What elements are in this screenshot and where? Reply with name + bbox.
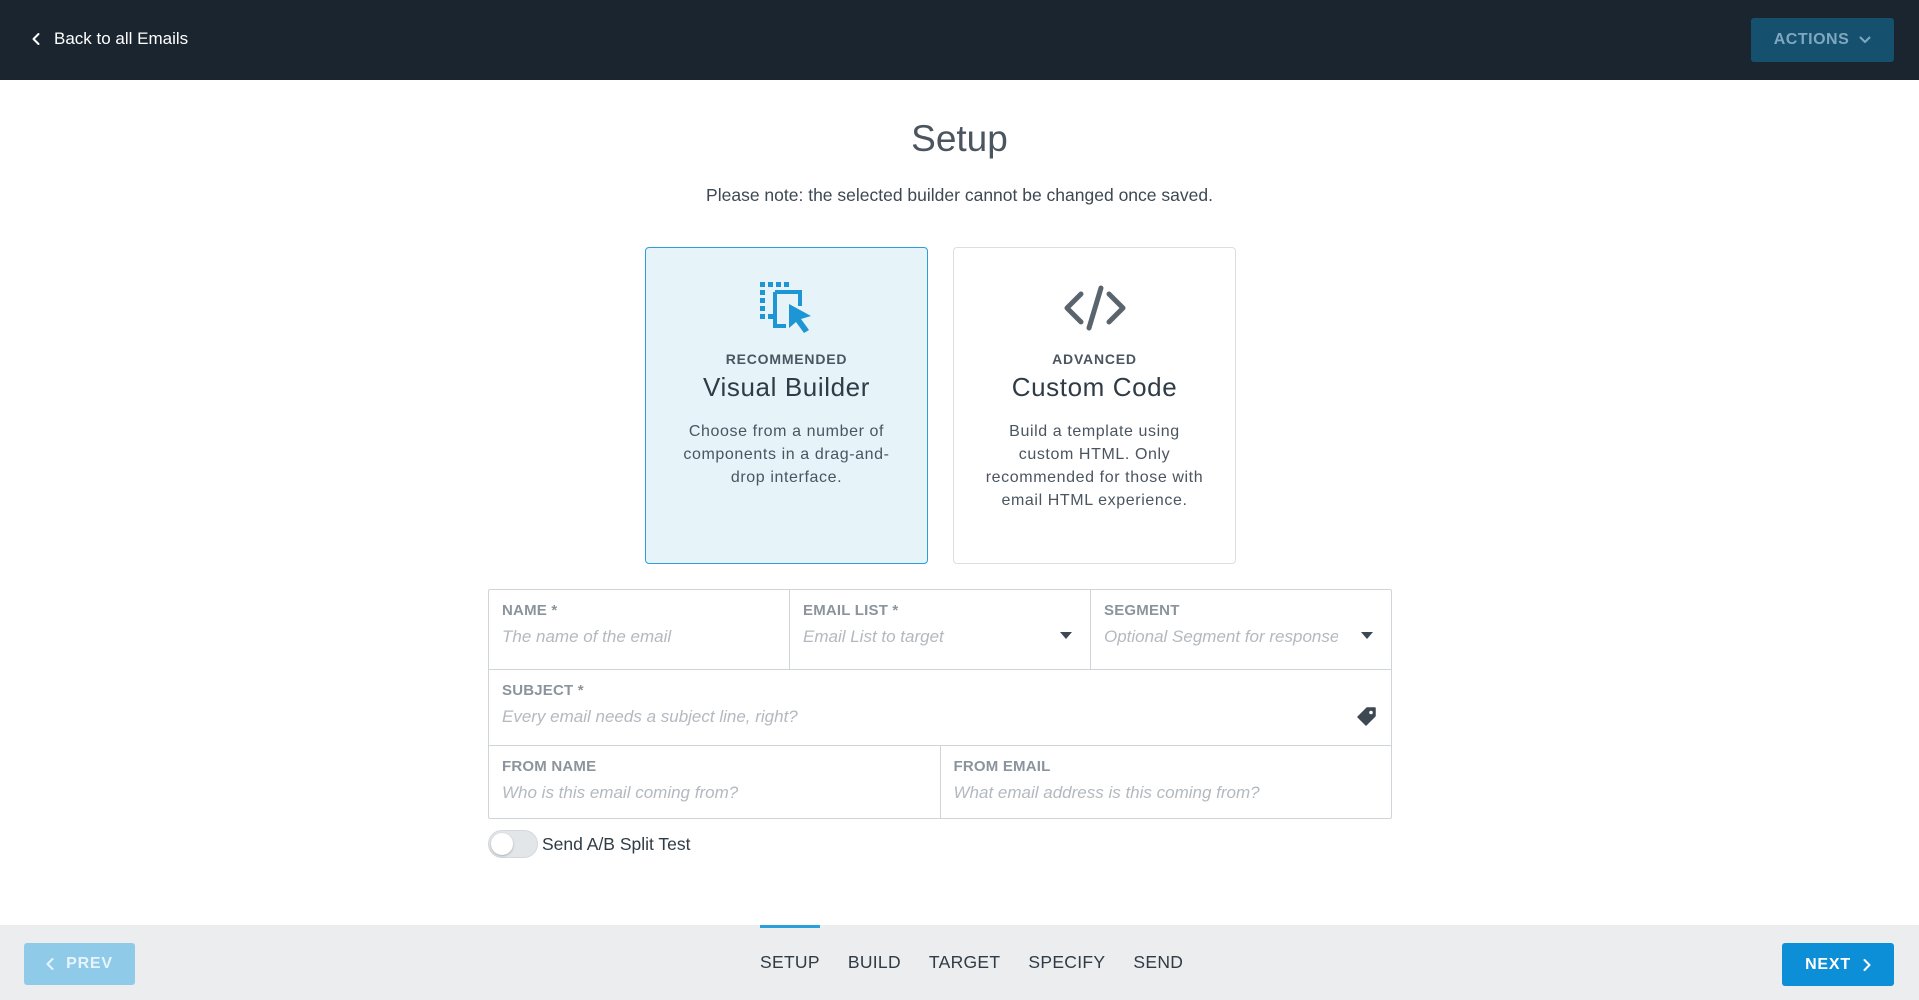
name-label: NAME * [502,602,558,619]
back-link-label: Back to all Emails [54,29,189,48]
custom-code-description: Build a template using custom HTML. Only… [985,423,1204,509]
subject-label: SUBJECT * [502,682,584,699]
top-bar: Back to all Emails ACTIONS [0,0,1919,80]
from-email-label: FROM EMAIL [953,758,1051,775]
segment-select[interactable] [1104,627,1338,647]
next-button[interactable]: NEXT [1782,943,1894,986]
wizard-footer: PREV SETUP BUILD TARGET SPECIFY SEND NEX… [0,925,1919,1000]
segment-field[interactable]: SEGMENT [1091,590,1391,669]
from-name-field: FROM NAME [489,746,941,818]
ab-split-test-toggle-row[interactable]: Send A/B Split Test [488,830,691,858]
wizard-steps: SETUP BUILD TARGET SPECIFY SEND [760,925,1211,1000]
email-list-select[interactable] [803,627,1037,647]
from-name-input[interactable] [502,783,887,803]
from-email-field: FROM EMAIL [941,746,1392,818]
name-field: NAME * [489,590,790,669]
from-email-input[interactable] [953,783,1338,803]
form-row-subject: SUBJECT * [489,670,1391,746]
visual-builder-card[interactable]: RECOMMENDED Visual Builder Choose from a… [645,247,928,564]
actions-dropdown-button[interactable]: ACTIONS [1751,18,1894,62]
step-target[interactable]: TARGET [929,925,1000,1000]
code-icon [954,280,1235,336]
chevron-down-icon [1859,36,1871,43]
custom-code-title: Custom Code [1011,372,1178,402]
email-list-field[interactable]: EMAIL LIST * [790,590,1091,669]
form-row-name-list-segment: NAME * EMAIL LIST * SEGMENT [489,590,1391,670]
subject-input[interactable] [502,707,1338,727]
step-specify[interactable]: SPECIFY [1028,925,1105,1000]
caret-down-icon[interactable] [1361,632,1373,640]
prev-label: PREV [66,955,113,972]
page-title: Setup [911,118,1008,159]
ab-split-test-toggle[interactable] [488,830,538,858]
visual-builder-description: Choose from a number of components in a … [683,423,890,486]
email-list-label: EMAIL LIST * [803,602,899,619]
tag-icon[interactable] [1357,707,1377,727]
subject-field: SUBJECT * [489,670,1391,745]
custom-code-tag: ADVANCED [1052,351,1137,367]
segment-label: SEGMENT [1104,602,1180,619]
next-label: NEXT [1805,955,1851,973]
ab-split-test-label: Send A/B Split Test [542,833,691,854]
back-to-emails-link[interactable]: Back to all Emails [28,26,188,52]
step-setup[interactable]: SETUP [760,925,820,1000]
prev-button[interactable]: PREV [24,943,135,985]
email-setup-form: NAME * EMAIL LIST * SEGMENT SUBJECT * FR… [488,589,1392,819]
builder-note: Please note: the selected builder cannot… [706,185,1213,205]
actions-label: ACTIONS [1773,31,1850,48]
caret-down-icon[interactable] [1060,632,1072,640]
chevron-left-icon [32,33,40,45]
chevron-right-icon [1863,958,1871,971]
custom-code-card[interactable]: ADVANCED Custom Code Build a template us… [953,247,1236,564]
toggle-knob [491,833,513,855]
form-row-from: FROM NAME FROM EMAIL [489,746,1391,818]
visual-builder-tag: RECOMMENDED [725,351,848,367]
visual-builder-title: Visual Builder [703,372,870,402]
chevron-left-icon [46,958,54,970]
step-build[interactable]: BUILD [848,925,901,1000]
name-input[interactable] [502,627,736,647]
drag-drop-icon [646,280,927,336]
from-name-label: FROM NAME [502,758,597,775]
step-send[interactable]: SEND [1133,925,1183,1000]
